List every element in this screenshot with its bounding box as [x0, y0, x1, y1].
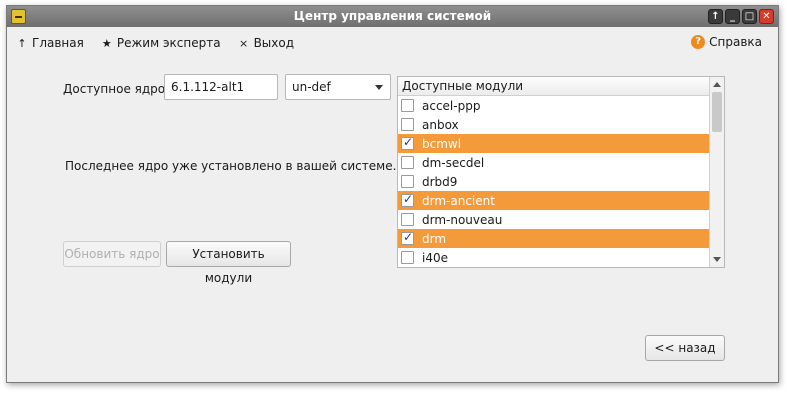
module-name: drm [422, 231, 447, 246]
module-row[interactable]: drbd9 [398, 172, 709, 191]
module-row[interactable]: accel-ppp [398, 96, 709, 115]
module-row[interactable]: i40e [398, 248, 709, 267]
menu-bar: ↑ Главная ★ Режим эксперта × Выход ? Спр… [7, 27, 778, 59]
status-message: Последнее ядро уже установлено в вашей с… [65, 159, 397, 173]
modules-scrollbar[interactable] [709, 77, 724, 267]
kernel-label: Доступное ядро: [63, 82, 170, 96]
modules-list-panel: Доступные модули accel-ppp anbox bcmwl d… [397, 76, 725, 268]
module-checkbox[interactable] [401, 99, 414, 112]
chevron-down-icon [375, 85, 383, 90]
module-checkbox[interactable] [401, 213, 414, 226]
module-checkbox[interactable] [401, 156, 414, 169]
module-checkbox[interactable] [401, 118, 414, 131]
close-icon[interactable]: ✕ [759, 9, 774, 24]
help-icon: ? [691, 35, 706, 49]
close-x-icon: × [238, 36, 249, 50]
star-icon: ★ [101, 36, 112, 50]
scroll-down-icon[interactable] [713, 257, 721, 262]
menu-exit[interactable]: × Выход [239, 36, 294, 50]
kernel-version-field[interactable]: 6.1.112-alt1 [164, 74, 278, 100]
menu-help[interactable]: ? Справка [691, 35, 762, 49]
menu-expert-label: Режим эксперта [116, 36, 221, 50]
install-modules-button[interactable]: Установить модули [166, 241, 291, 285]
module-name: drm-ancient [422, 193, 495, 208]
module-checkbox[interactable] [401, 230, 414, 245]
menu-exit-label: Выход [253, 36, 295, 50]
kernel-flavour-select[interactable]: un-def [285, 74, 391, 100]
back-button[interactable]: << назад [645, 335, 725, 361]
title-bar[interactable]: Центр управления системой ↑ _ □ ✕ [7, 6, 778, 27]
module-checkbox[interactable] [401, 135, 414, 150]
modules-header: Доступные модули [398, 77, 709, 96]
window-title: Центр управления системой [293, 9, 492, 23]
shade-icon[interactable]: ↑ [708, 9, 723, 24]
minimize-icon[interactable]: _ [725, 9, 740, 24]
menu-home[interactable]: ↑ Главная [17, 36, 84, 50]
kernel-flavour-value: un-def [292, 80, 331, 94]
module-row[interactable]: drm [398, 229, 709, 248]
module-row[interactable]: drm-nouveau [398, 210, 709, 229]
module-row[interactable]: drm-ancient [398, 191, 709, 210]
module-name: dm-secdel [422, 155, 485, 170]
module-checkbox[interactable] [401, 251, 414, 264]
module-name: i40e [422, 250, 448, 265]
module-name: bcmwl [422, 136, 462, 151]
module-name: drbd9 [422, 174, 458, 189]
window-controls: ↑ _ □ ✕ [708, 9, 774, 24]
main-window: Центр управления системой ↑ _ □ ✕ ↑ Глав… [6, 5, 779, 383]
menu-home-label: Главная [32, 36, 84, 50]
module-row[interactable]: anbox [398, 115, 709, 134]
update-kernel-button[interactable]: Обновить ядро [63, 241, 161, 267]
maximize-icon[interactable]: □ [742, 9, 757, 24]
module-checkbox[interactable] [401, 192, 414, 207]
module-row[interactable]: dm-secdel [398, 153, 709, 172]
scroll-up-icon[interactable] [713, 82, 721, 87]
menu-help-label: Справка [709, 35, 762, 49]
scrollbar-thumb[interactable] [712, 92, 722, 132]
module-name: accel-ppp [422, 98, 481, 113]
module-name: anbox [422, 117, 459, 132]
module-checkbox[interactable] [401, 175, 414, 188]
modules-list: accel-ppp anbox bcmwl dm-secdel drbd9 dr… [398, 96, 709, 267]
arrow-up-icon: ↑ [17, 36, 27, 50]
module-name: drm-nouveau [422, 212, 503, 227]
module-row[interactable]: bcmwl [398, 134, 709, 153]
menu-expert-mode[interactable]: ★ Режим эксперта [102, 36, 221, 50]
